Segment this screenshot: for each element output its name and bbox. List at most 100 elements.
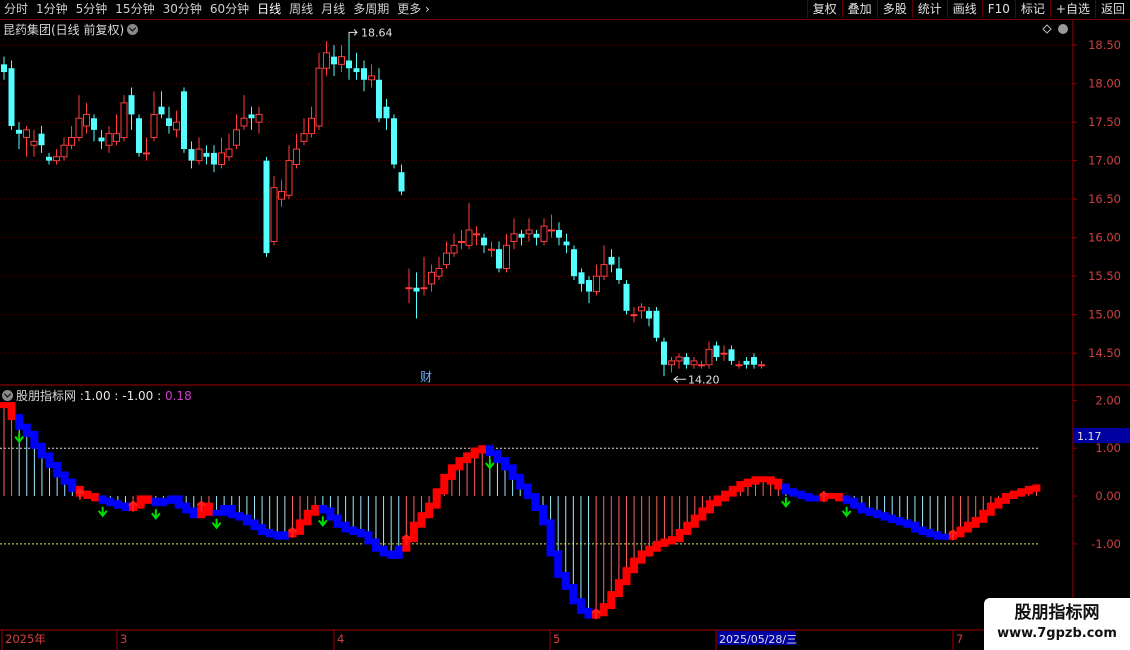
ind-block: [584, 607, 593, 619]
ind-block: [151, 497, 160, 507]
candle-body: [481, 237, 487, 246]
candle-body: [16, 129, 22, 134]
candle-body: [30, 140, 38, 146]
candle-body: [563, 241, 570, 246]
ind-block: [660, 538, 669, 547]
candle-body: [713, 345, 720, 358]
candle-body: [571, 249, 577, 277]
sell-signal-arrow: [211, 518, 222, 530]
ind-block: [607, 591, 616, 610]
ind-block: [576, 598, 585, 614]
candle-body: [646, 310, 652, 319]
ind-block: [189, 507, 198, 519]
ind-block: [303, 509, 312, 526]
candle-body: [578, 272, 585, 284]
candle-body: [331, 56, 337, 65]
candle-body: [391, 118, 397, 165]
ind-block: [690, 514, 699, 528]
candle-body: [630, 314, 638, 317]
watermark-title: 股朋指标网: [1014, 603, 1100, 623]
ind-block: [728, 485, 737, 497]
ind-block: [1032, 484, 1041, 492]
candle-body: [540, 225, 548, 243]
ind-block: [554, 550, 563, 578]
candle-body: [1, 64, 7, 73]
candle-body: [600, 264, 608, 277]
candle-body: [623, 283, 630, 311]
ind-block: [417, 512, 426, 528]
candle-body: [240, 117, 248, 127]
event-marker-label: 财: [420, 370, 432, 384]
candle-body: [195, 148, 203, 162]
ind-block: [493, 449, 502, 464]
candle-body: [361, 68, 367, 80]
candle-body: [23, 129, 30, 139]
candle-body: [488, 248, 495, 251]
ind-block: [941, 533, 950, 540]
ind-block: [971, 516, 980, 528]
ind-block: [736, 481, 745, 492]
ind-tick-label: 2.00: [1095, 393, 1121, 407]
ind-block: [136, 495, 145, 509]
sell-signal-arrow: [841, 506, 852, 518]
ind-block: [296, 519, 305, 535]
candle-body: [751, 357, 757, 365]
chart-canvas[interactable]: 18.64 14.20 财 18.50 18.00 17.50 17.00 16.50 16.…: [0, 0, 1130, 650]
price-tick-label: 14.50: [1088, 346, 1121, 360]
candle-body: [533, 233, 540, 238]
candle-body: [383, 106, 390, 119]
ind-block: [212, 509, 221, 516]
candle-body: [8, 68, 15, 126]
candle-body: [548, 229, 555, 232]
candle-body: [188, 149, 195, 161]
candle-body: [690, 360, 698, 366]
candle-body: [38, 133, 45, 146]
ind-block: [743, 478, 752, 488]
ind-block: [880, 512, 889, 521]
ind-block: [850, 497, 859, 509]
ind-block: [182, 502, 191, 514]
ind-block: [926, 528, 935, 538]
ind-block: [379, 545, 388, 557]
candle-body: [420, 287, 428, 290]
candle-body: [181, 91, 187, 150]
candle-body: [128, 95, 135, 115]
x-tick-label: 2025/05/28/三: [719, 633, 797, 646]
ind-block: [895, 516, 904, 526]
low-label: 14.20: [688, 373, 720, 386]
high-marker: [348, 29, 358, 38]
ind-block: [964, 521, 973, 533]
candle-body: [53, 156, 60, 162]
candle-body: [300, 133, 308, 142]
candle-body: [661, 341, 667, 365]
price-tick-label: 15.00: [1088, 308, 1121, 322]
ind-block: [622, 567, 631, 586]
candle-body: [518, 233, 525, 238]
candle-body: [510, 233, 518, 243]
sell-signal-arrow: [151, 509, 161, 520]
ind-block: [903, 519, 912, 528]
ind-block: [318, 505, 327, 514]
ind-block: [827, 493, 836, 500]
ind-block: [645, 545, 654, 557]
ind-block: [759, 476, 768, 483]
ind-block: [91, 493, 100, 502]
ind-block: [561, 571, 570, 590]
ind-block: [144, 495, 153, 504]
ind-block: [766, 476, 775, 485]
ind-block: [0, 402, 8, 409]
ind-block: [721, 490, 730, 502]
ind-block: [630, 557, 639, 574]
ind-block: [22, 423, 31, 437]
ind-block: [425, 502, 434, 519]
ind-block: [387, 550, 396, 559]
sell-signal-arrow: [97, 506, 108, 518]
candle-body: [143, 152, 150, 155]
ind-block: [812, 495, 821, 502]
ind-block: [242, 514, 251, 526]
candle-body: [83, 113, 90, 127]
candle-body: [338, 56, 345, 65]
candle-body: [728, 349, 735, 361]
high-label: 18.64: [361, 26, 393, 39]
ind-block: [675, 528, 684, 543]
